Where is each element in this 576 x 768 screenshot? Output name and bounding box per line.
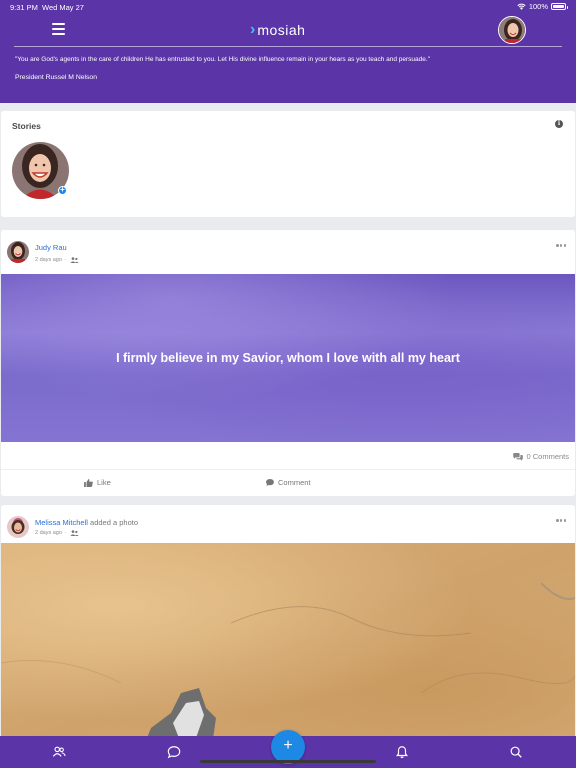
battery-percent: 100% <box>528 2 548 11</box>
post-meta: 2 days ago · <box>35 257 79 263</box>
chat-icon[interactable] <box>167 745 181 759</box>
post-actions: Like Comment <box>1 469 575 496</box>
bell-icon[interactable] <box>395 745 409 759</box>
audience-icon <box>70 530 79 536</box>
comments-count[interactable]: 0 Comments <box>513 452 569 461</box>
stories-card: Stories i + <box>1 111 575 217</box>
people-icon[interactable] <box>52 745 66 759</box>
battery-icon <box>551 3 568 10</box>
comment-label: Comment <box>278 478 311 487</box>
post-time: 2 days ago <box>35 257 62 263</box>
app-logo: › mosiah <box>250 21 306 39</box>
like-label: Like <box>97 478 111 487</box>
post-banner: I firmly believe in my Savior, whom I lo… <box>1 274 575 442</box>
logo-mark-icon: › <box>250 21 256 38</box>
logo-text: mosiah <box>257 22 306 38</box>
add-story-icon[interactable]: + <box>58 186 67 195</box>
add-icon[interactable]: + <box>271 730 305 764</box>
comments-count-label: 0 Comments <box>526 452 569 461</box>
author-link[interactable]: Judy Rau <box>35 243 67 252</box>
status-right: 100% <box>517 2 568 11</box>
status-date: Wed May 27 <box>42 3 84 12</box>
comments-icon <box>513 452 524 461</box>
post-author-avatar[interactable] <box>7 241 29 263</box>
app-header: › mosiah "You are God's agents in the ca… <box>0 14 576 103</box>
more-options-icon[interactable] <box>556 519 566 523</box>
status-time: 9:31 PM <box>10 3 38 12</box>
meta-separator: · <box>64 530 67 536</box>
home-indicator <box>200 760 376 763</box>
daily-quote: "You are God's agents in the care of chi… <box>15 56 431 63</box>
post-meta: 2 days ago · <box>35 530 79 536</box>
info-icon[interactable]: i <box>555 120 563 128</box>
photo-texture <box>1 582 575 745</box>
stories-title: Stories <box>12 121 41 131</box>
post-time: 2 days ago <box>35 530 62 536</box>
quote-author: President Russel M Nelson <box>15 74 97 81</box>
post-author-name[interactable]: Judy Rau <box>35 243 67 252</box>
post-card: Judy Rau 2 days ago · I firmly believe i… <box>1 230 575 496</box>
more-options-icon[interactable] <box>556 244 566 248</box>
author-link[interactable]: Melissa Mitchell <box>35 518 88 527</box>
post-author-name: Melissa Mitchell added a photo <box>35 518 138 527</box>
thumbs-up-icon <box>84 478 93 487</box>
wifi-icon <box>517 3 526 10</box>
banner-text: I firmly believe in my Savior, whom I lo… <box>116 351 460 365</box>
comment-icon <box>266 479 274 486</box>
comment-button[interactable]: Comment <box>266 478 311 487</box>
meta-separator: · <box>64 257 67 263</box>
header-divider <box>14 46 562 47</box>
status-bar: 9:31 PM Wed May 27 100% <box>0 0 576 14</box>
post-action-text: added a photo <box>90 518 138 527</box>
profile-avatar[interactable] <box>498 16 526 44</box>
audience-icon <box>70 257 79 263</box>
search-icon[interactable] <box>509 745 523 759</box>
post-author-avatar[interactable] <box>7 516 29 538</box>
menu-icon[interactable] <box>52 23 65 35</box>
like-button[interactable]: Like <box>84 478 111 487</box>
post-card: Melissa Mitchell added a photo 2 days ag… <box>1 505 575 745</box>
post-photo[interactable] <box>1 543 575 745</box>
